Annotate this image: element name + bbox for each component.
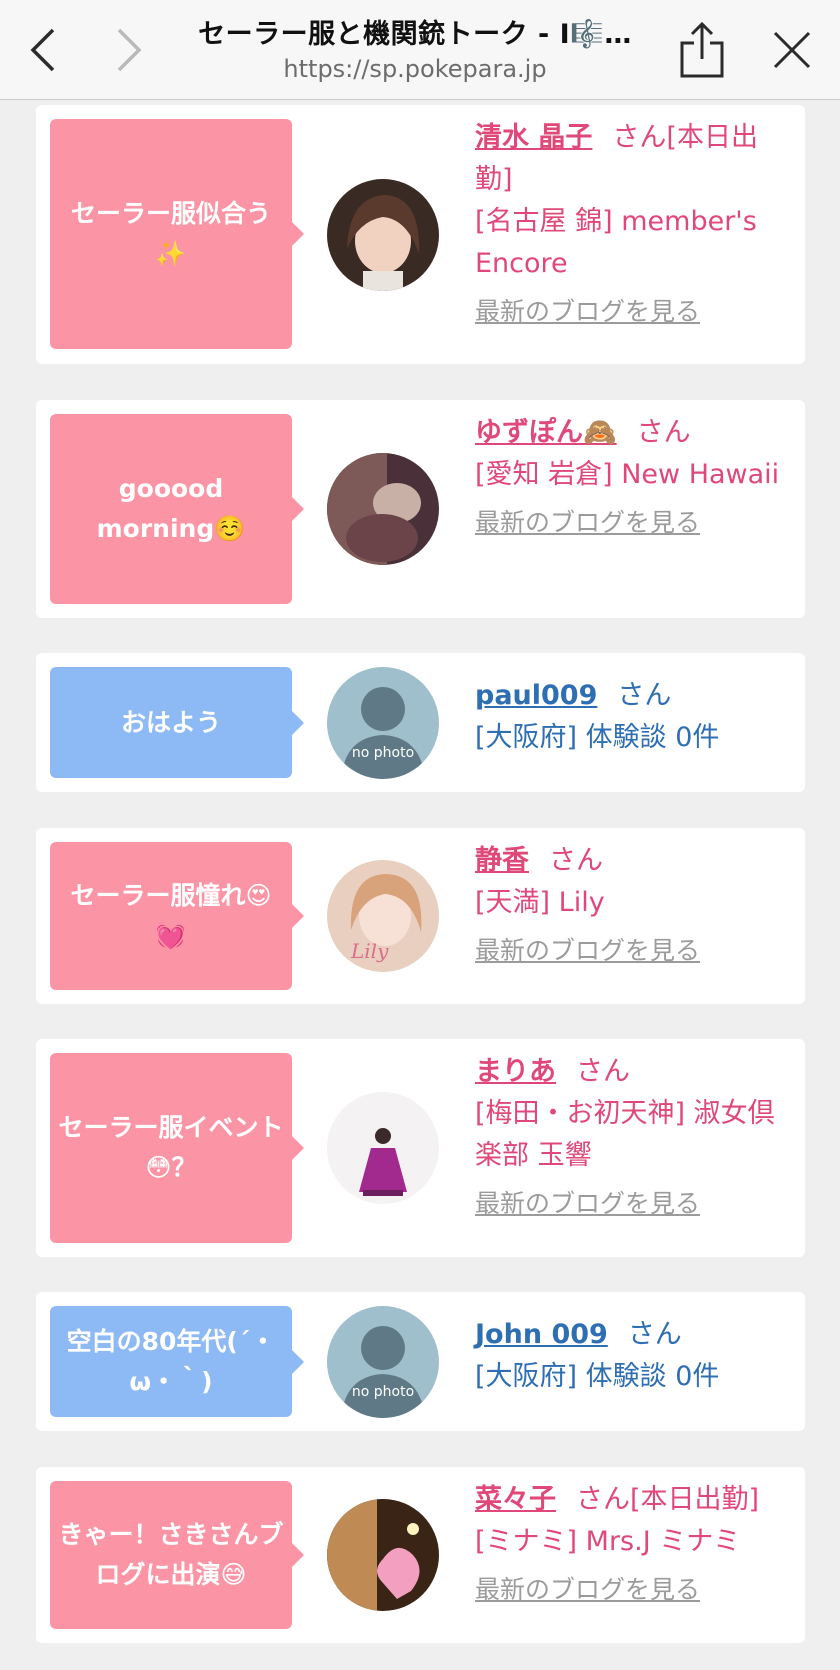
shop-text: [名古屋 錦] member's Encore bbox=[475, 206, 757, 279]
user-info: 菜々子 さん[本日出勤] [ミナミ] Mrs.J ミナミ 最新のブログを見る bbox=[475, 1479, 795, 1611]
user-info: まりあ さん [梅田・お初天神] 淑女倶楽部 玉響 最新のブログを見る bbox=[475, 1051, 795, 1225]
comment-bubble[interactable]: おはよう bbox=[50, 667, 304, 778]
comment-text: セーラー服憧れ😍💓 bbox=[70, 881, 272, 950]
comment-bubble[interactable]: gooood morning☺️ bbox=[50, 414, 304, 604]
comment-text: セーラー服イベント😳？ bbox=[58, 1113, 284, 1182]
browser-toolbar: セーラー服と機関銃トーク - I🎼… https://sp.pokepara.j… bbox=[0, 0, 840, 100]
avatar-photo bbox=[327, 1092, 439, 1204]
shop-text: [梅田・お初天神] 淑女倶楽部 玉響 bbox=[475, 1098, 775, 1171]
name-suffix: さん bbox=[617, 680, 672, 711]
blog-link[interactable]: 最新のブログを見る bbox=[475, 502, 700, 544]
avatar[interactable] bbox=[327, 453, 439, 565]
blog-link[interactable]: 最新のブログを見る bbox=[475, 291, 700, 333]
avatar-photo: Lily bbox=[327, 860, 439, 972]
comment-text: gooood morning☺️ bbox=[96, 474, 246, 543]
user-info: paul009 さん [大阪府] 体験談 0件 bbox=[475, 675, 795, 759]
svg-text:Lily: Lily bbox=[350, 939, 389, 963]
comment-bubble[interactable]: セーラー服似合う✨ bbox=[50, 119, 304, 349]
avatar[interactable] bbox=[327, 179, 439, 291]
blog-link[interactable]: 最新のブログを見る bbox=[475, 1569, 700, 1611]
list-item: gooood morning☺️ ゆずぽん🙈 さん [愛知 岩倉] New Haw… bbox=[36, 400, 805, 618]
comment-bubble[interactable]: 空白の80年代(´・ω・｀) bbox=[50, 1306, 304, 1417]
avatar-photo bbox=[327, 453, 439, 565]
avatar-photo bbox=[327, 179, 439, 291]
comment-text: セーラー服似合う✨ bbox=[70, 199, 271, 268]
user-name-link[interactable]: 静香 bbox=[475, 845, 529, 876]
user-name-link[interactable]: ゆずぽん🙈 bbox=[475, 417, 617, 448]
comment-text: きゃー！さきさんブログに出演😅 bbox=[58, 1520, 284, 1589]
name-suffix: さん bbox=[627, 1319, 682, 1350]
share-icon bbox=[680, 21, 724, 78]
comment-text: おはよう bbox=[120, 707, 221, 737]
chevron-left-icon bbox=[30, 28, 55, 72]
list-item: 空白の80年代(´・ω・｀) no photo John 009 さん [大阪府]… bbox=[36, 1292, 805, 1431]
comment-text: 空白の80年代(´・ω・｀) bbox=[66, 1326, 276, 1396]
list-item: おはよう no photo paul009 さん [大阪府] 体験談 0件 bbox=[36, 653, 805, 792]
chevron-right-icon bbox=[117, 28, 142, 72]
list-item: きゃー！さきさんブログに出演😅 菜々子 さん[本日出勤] [ミナミ] Mrs.J … bbox=[36, 1467, 805, 1643]
avatar[interactable]: no photo bbox=[327, 1306, 439, 1418]
no-photo-avatar: no photo bbox=[327, 1306, 439, 1418]
share-button[interactable] bbox=[674, 21, 730, 78]
user-info: 清水 晶子 さん[本日出勤] [名古屋 錦] member's Encore 最新… bbox=[475, 117, 795, 333]
user-name-link[interactable]: John 009 bbox=[475, 1319, 608, 1350]
shop-text: [天満] Lily bbox=[475, 887, 605, 918]
page-title: セーラー服と機関銃トーク - I🎼… bbox=[198, 19, 632, 50]
comment-bubble[interactable]: きゃー！さきさんブログに出演😅 bbox=[50, 1481, 304, 1629]
user-name-link[interactable]: paul009 bbox=[475, 680, 597, 711]
shop-text: [大阪府] 体験談 0件 bbox=[475, 722, 720, 753]
shop-text: [ミナミ] Mrs.J ミナミ bbox=[475, 1526, 741, 1557]
avatar[interactable]: no photo bbox=[327, 667, 439, 779]
avatar-photo bbox=[327, 1499, 439, 1611]
name-suffix: さん[本日出勤] bbox=[576, 1484, 760, 1515]
close-icon bbox=[773, 31, 811, 69]
shop-text: [大阪府] 体験談 0件 bbox=[475, 1361, 720, 1392]
list-item: セーラー服似合う✨ 清水 晶子 さん[本日出勤] [名古屋 錦] member's… bbox=[36, 105, 805, 364]
no-photo-label: no photo bbox=[352, 745, 414, 761]
list-item: セーラー服憧れ😍💓 Lily 静香 さん [天満] Lily 最新のブログを見る bbox=[36, 828, 805, 1004]
back-button[interactable] bbox=[14, 22, 70, 78]
user-info: ゆずぽん🙈 さん [愛知 岩倉] New Hawaii 最新のブログを見る bbox=[475, 412, 795, 544]
user-name-link[interactable]: 菜々子 bbox=[475, 1484, 556, 1515]
name-suffix: さん bbox=[549, 845, 603, 876]
list-item: セーラー服イベント😳？ まりあ さん [梅田・お初天神] 淑女倶楽部 玉響 最新の… bbox=[36, 1039, 805, 1257]
user-info: 静香 さん [天満] Lily 最新のブログを見る bbox=[475, 840, 795, 972]
address-area[interactable]: セーラー服と機関銃トーク - I🎼… https://sp.pokepara.j… bbox=[180, 12, 650, 83]
avatar[interactable] bbox=[327, 1092, 439, 1204]
no-photo-label: no photo bbox=[352, 1384, 414, 1400]
name-suffix: さん bbox=[576, 1056, 630, 1087]
comment-bubble[interactable]: セーラー服憧れ😍💓 bbox=[50, 842, 304, 990]
close-button[interactable] bbox=[764, 22, 820, 78]
page-url: https://sp.pokepara.jp bbox=[283, 55, 547, 83]
user-name-link[interactable]: まりあ bbox=[475, 1056, 556, 1087]
user-name-link[interactable]: 清水 晶子 bbox=[475, 122, 592, 153]
forward-button[interactable] bbox=[102, 22, 158, 78]
shop-text: [愛知 岩倉] New Hawaii bbox=[475, 459, 780, 490]
blog-link[interactable]: 最新のブログを見る bbox=[475, 1183, 700, 1225]
no-photo-avatar: no photo bbox=[327, 667, 439, 779]
comment-bubble[interactable]: セーラー服イベント😳？ bbox=[50, 1053, 304, 1243]
blog-link[interactable]: 最新のブログを見る bbox=[475, 930, 700, 972]
user-info: John 009 さん [大阪府] 体験談 0件 bbox=[475, 1314, 795, 1398]
name-suffix: さん bbox=[636, 417, 691, 448]
avatar[interactable]: Lily bbox=[327, 860, 439, 972]
avatar[interactable] bbox=[327, 1499, 439, 1611]
